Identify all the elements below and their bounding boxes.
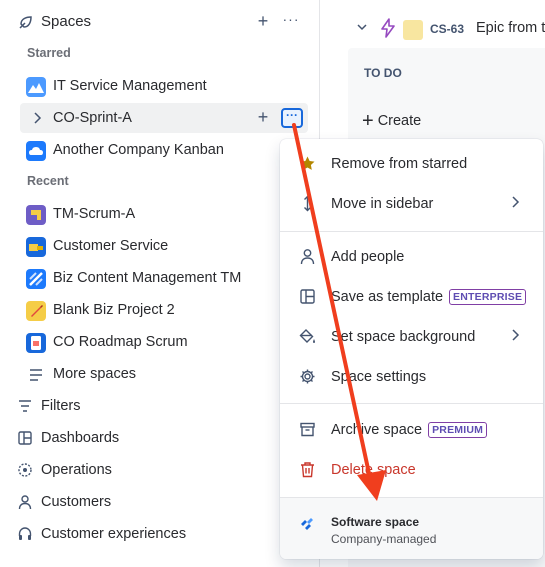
enterprise-badge: ENTERPRISE	[449, 289, 527, 305]
space-item-another-company-kanban[interactable]: Another Company Kanban	[20, 135, 308, 165]
menu-divider	[280, 231, 543, 232]
menu-item-add-people[interactable]: Add people	[280, 237, 543, 277]
space-type-title: Software space	[331, 515, 420, 529]
menu-item-text: Archive space	[331, 422, 423, 438]
add-to-space-button[interactable]: +	[254, 107, 272, 127]
menu-lines-icon	[26, 365, 46, 385]
chevron-right-icon	[510, 328, 520, 345]
gear-icon	[299, 368, 316, 385]
sidebar-item-operations[interactable]: Operations	[16, 455, 306, 485]
headset-icon	[17, 526, 33, 542]
sidebar: Spaces + ··· Starred IT Service Manageme…	[0, 0, 320, 567]
space-avatar-icon	[26, 205, 46, 225]
spaces-icon	[18, 14, 34, 30]
menu-item-archive-space[interactable]: Archive space PREMIUM	[280, 410, 543, 450]
trash-icon	[299, 461, 316, 478]
person-icon	[17, 494, 33, 510]
issue-title[interactable]: Epic from t	[476, 20, 545, 36]
operations-icon	[17, 462, 33, 478]
sidebar-item-label: Filters	[41, 398, 81, 414]
space-label: Customer Service	[53, 238, 169, 254]
recent-section-title: Recent	[27, 174, 69, 188]
chevron-down-icon[interactable]	[356, 21, 370, 36]
space-actions-menu: Remove from starred Move in sidebar Add …	[280, 139, 543, 559]
chevron-right-icon[interactable]	[32, 111, 44, 125]
spaces-label: Spaces	[41, 13, 92, 30]
epic-color-swatch	[403, 20, 423, 40]
space-avatar-icon	[26, 141, 46, 161]
space-avatar-icon	[26, 77, 46, 97]
create-label: Create	[377, 113, 422, 129]
sidebar-item-label: Customer experiences	[41, 526, 187, 542]
sidebar-item-dashboards[interactable]: Dashboards	[16, 423, 306, 453]
space-item-blank-biz-project-2[interactable]: Blank Biz Project 2	[20, 295, 308, 325]
space-item-co-sprint-a[interactable]: CO-Sprint-A + ···	[20, 103, 308, 133]
plus-icon: +	[362, 110, 374, 132]
move-vertical-icon	[299, 195, 316, 212]
menu-item-delete-space[interactable]: Delete space	[280, 450, 543, 490]
menu-item-label: Save as template ENTERPRISE	[331, 289, 527, 305]
dashboard-icon	[17, 430, 33, 446]
space-avatar-icon	[26, 269, 46, 289]
space-label: Biz Content Management TM	[53, 270, 242, 286]
space-type-footer: Software space Company-managed	[280, 497, 543, 559]
issue-key[interactable]: CS-63	[430, 22, 464, 36]
chevron-right-icon	[510, 195, 520, 212]
space-item-customer-service[interactable]: Customer Service	[20, 231, 308, 261]
menu-item-space-settings[interactable]: Space settings	[280, 357, 543, 397]
person-icon	[299, 248, 316, 265]
menu-item-label: Move in sidebar	[331, 196, 434, 212]
sidebar-item-customers[interactable]: Customers	[16, 487, 306, 517]
menu-item-move-in-sidebar[interactable]: Move in sidebar	[280, 184, 543, 224]
epic-lightning-icon	[379, 18, 397, 38]
space-label: TM-Scrum-A	[53, 206, 136, 222]
template-icon	[299, 288, 316, 305]
sidebar-item-label: Operations	[41, 462, 112, 478]
menu-item-label: Remove from starred	[331, 156, 468, 172]
space-item-tm-scrum-a[interactable]: TM-Scrum-A	[20, 199, 308, 229]
space-more-actions-button[interactable]: ···	[281, 108, 303, 128]
space-label: Blank Biz Project 2	[53, 302, 175, 318]
column-title: TO DO	[364, 66, 402, 80]
space-avatar-icon	[26, 333, 46, 353]
menu-item-label: Set space background	[331, 329, 476, 345]
premium-badge: PREMIUM	[428, 422, 488, 438]
menu-item-label: Space settings	[331, 369, 427, 385]
space-label: IT Service Management	[53, 78, 207, 94]
space-item-biz-content-management-tm[interactable]: Biz Content Management TM	[20, 263, 308, 293]
menu-item-label: Archive space PREMIUM	[331, 422, 488, 438]
space-type-subtitle: Company-managed	[331, 532, 437, 546]
filter-icon	[17, 398, 33, 414]
space-label: CO-Sprint-A	[53, 110, 132, 126]
star-icon	[299, 155, 316, 172]
space-label: Another Company Kanban	[53, 142, 224, 158]
create-issue-button[interactable]: + Create	[362, 110, 421, 133]
add-space-button[interactable]: +	[254, 12, 272, 30]
archive-icon	[299, 421, 316, 438]
spaces-header[interactable]: Spaces + ···	[0, 6, 320, 38]
sidebar-item-label: Dashboards	[41, 430, 120, 446]
menu-item-save-as-template[interactable]: Save as template ENTERPRISE	[280, 277, 543, 317]
space-avatar-icon	[26, 301, 46, 321]
spaces-more-button[interactable]: ···	[281, 12, 301, 30]
menu-divider	[280, 403, 543, 404]
sidebar-item-filters[interactable]: Filters	[16, 391, 306, 421]
menu-item-set-space-background[interactable]: Set space background	[280, 317, 543, 357]
space-item-it-service-management[interactable]: IT Service Management	[20, 71, 308, 101]
menu-item-text: Save as template	[331, 289, 444, 305]
menu-item-label: Delete space	[331, 462, 416, 478]
sidebar-item-label: Customers	[41, 494, 112, 510]
menu-item-remove-from-starred[interactable]: Remove from starred	[280, 144, 543, 184]
starred-section-title: Starred	[27, 46, 71, 60]
more-spaces-label: More spaces	[53, 366, 137, 382]
space-item-co-roadmap-scrum[interactable]: CO Roadmap Scrum	[20, 327, 308, 357]
paint-bucket-icon	[299, 328, 316, 345]
space-label: CO Roadmap Scrum	[53, 334, 188, 350]
software-space-icon	[299, 515, 315, 531]
menu-item-label: Add people	[331, 249, 405, 265]
more-spaces-item[interactable]: More spaces	[20, 359, 308, 389]
space-avatar-icon	[26, 237, 46, 257]
sidebar-item-customer-experiences[interactable]: Customer experiences	[16, 519, 306, 549]
